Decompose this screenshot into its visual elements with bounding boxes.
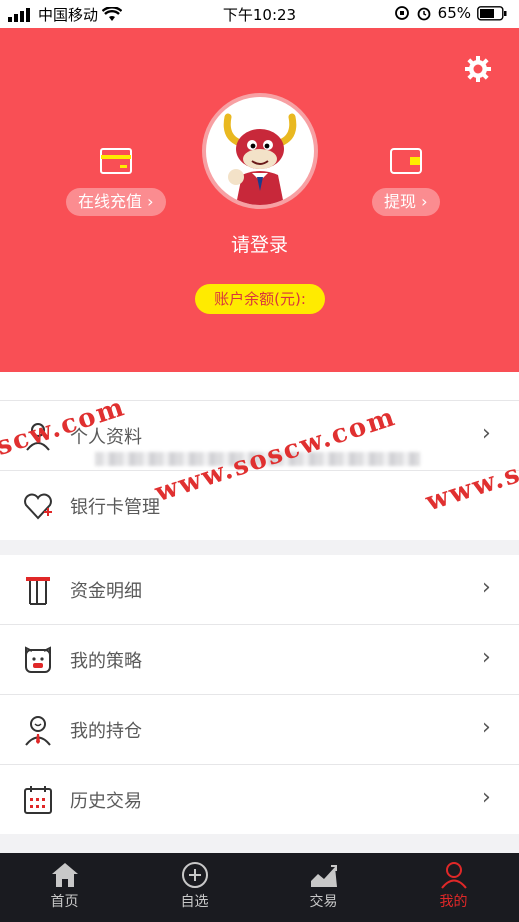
tab-bar: 首页 自选 交易 我的 [0, 853, 519, 922]
profile-header: 在线充值 › 提现 › 请登录 账户余额(元): [0, 28, 519, 372]
menu-label: 银行卡管理 [70, 497, 160, 518]
menu-label: 我的策略 [70, 651, 142, 672]
withdraw-label: 提现 [384, 192, 417, 211]
menu-item-fund-details[interactable]: 资金明细 › [0, 555, 519, 625]
rotation-lock-icon [394, 6, 409, 20]
calendar-icon [24, 786, 52, 814]
card-icon [99, 148, 132, 174]
chevron-right-icon: › [482, 785, 491, 810]
menu-label: 资金明细 [70, 581, 142, 602]
chevron-right-icon: › [482, 575, 491, 600]
recharge-button[interactable]: 在线充值 › [66, 188, 166, 216]
menu-label: 我的持仓 [70, 721, 142, 742]
stock-chart-icon [310, 865, 337, 887]
alarm-icon [417, 7, 431, 21]
wallet-icon [389, 148, 422, 174]
menu-label: 个人资料 [70, 427, 142, 448]
recharge-label: 在线充值 [78, 192, 143, 211]
tab-mine[interactable]: 我的 [389, 853, 518, 922]
pig-face-icon [25, 646, 51, 673]
status-bar: 中国移动 下午10:23 65% [0, 0, 519, 28]
heart-plus-icon [24, 493, 52, 520]
recharge-action[interactable]: 在线充值 › [66, 148, 166, 216]
withdraw-action[interactable]: 提现 › [372, 148, 440, 216]
tab-trade[interactable]: 交易 [259, 853, 388, 922]
chevron-right-icon: › [482, 421, 491, 446]
tab-watchlist[interactable]: 自选 [130, 853, 259, 922]
house-icon [51, 863, 78, 887]
bull-mascot-icon [223, 113, 297, 205]
menu-item-my-strategy[interactable]: 我的策略 › [0, 625, 519, 695]
blurred-text [95, 452, 420, 466]
person-icon [440, 862, 467, 889]
menu-item-my-positions[interactable]: 我的持仓 › [0, 695, 519, 765]
settings-gear-icon[interactable] [464, 55, 492, 83]
tab-label: 交易 [309, 894, 338, 910]
battery-icon [477, 5, 507, 21]
tab-label: 我的 [439, 894, 468, 910]
avatar[interactable] [206, 97, 314, 205]
person-tie-icon [25, 716, 51, 746]
receipt-icon [26, 577, 50, 605]
menu-group-trading: 资金明细 › 我的策略 › 我的持仓 › 历史交易 › [0, 555, 519, 834]
menu-item-trade-history[interactable]: 历史交易 › [0, 765, 519, 834]
tab-label: 自选 [180, 894, 209, 910]
withdraw-button[interactable]: 提现 › [372, 188, 440, 216]
menu-item-bank-cards[interactable]: 银行卡管理 [0, 471, 519, 540]
chevron-right-icon: › [482, 645, 491, 670]
tab-home[interactable]: 首页 [0, 853, 129, 922]
chevron-right-icon: › [482, 715, 491, 740]
login-link[interactable]: 请登录 [0, 230, 519, 257]
tab-label: 首页 [50, 894, 79, 910]
person-profile-icon [26, 423, 50, 451]
plus-circle-icon [181, 862, 208, 888]
menu-label: 历史交易 [70, 791, 142, 812]
account-balance-badge: 账户余额(元): [195, 284, 325, 314]
battery-percent: 65% [437, 4, 471, 22]
group-top-spacer [0, 372, 519, 401]
